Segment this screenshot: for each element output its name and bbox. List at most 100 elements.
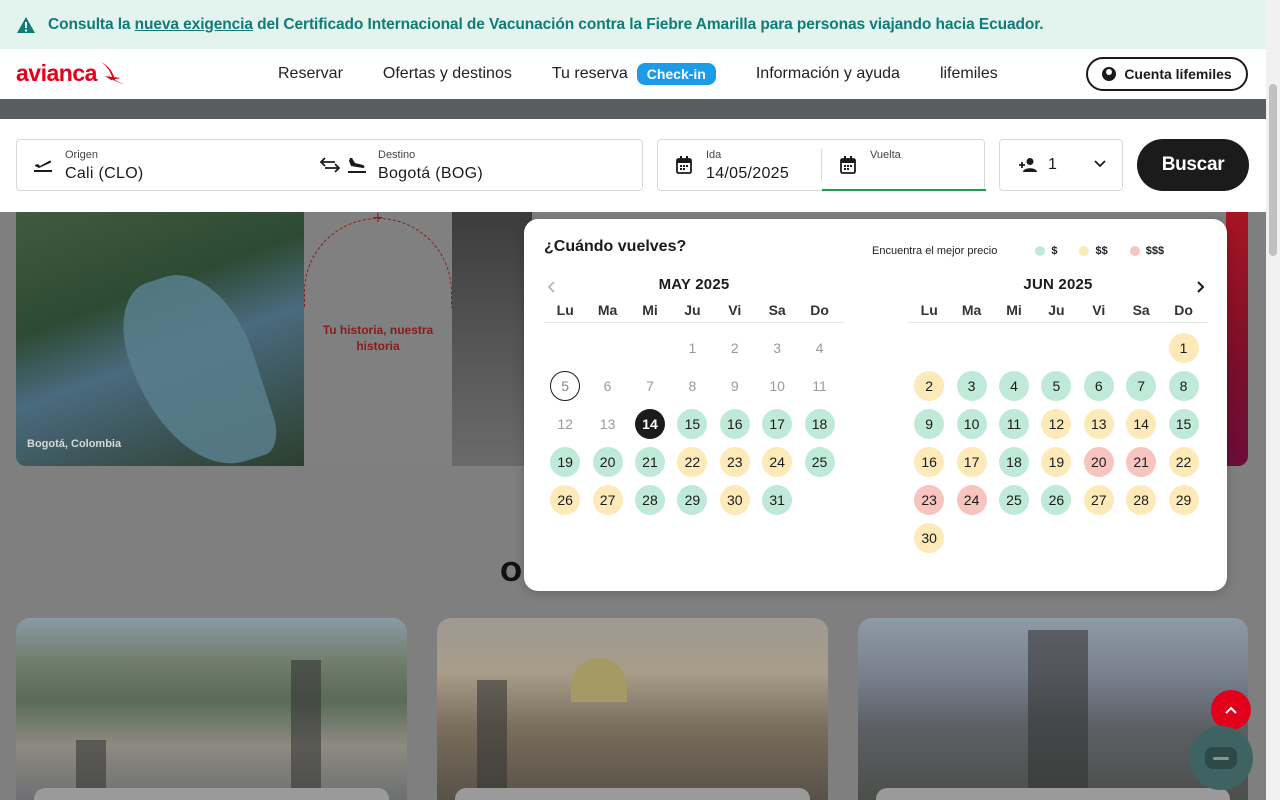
calendar-day[interactable]: 11 [993, 405, 1035, 443]
price-legend: Encuentra el mejor precio $ $$ $$$ [872, 245, 1186, 257]
nav-reservar[interactable]: Reservar [278, 65, 343, 83]
calendar-day[interactable]: 22 [671, 443, 713, 481]
calendar-day-number: 27 [1083, 485, 1114, 515]
search-button[interactable]: Buscar [1137, 139, 1249, 191]
origin-destination-field: Origen Cali (CLO) Destino Bogotá (BOG) [16, 139, 643, 191]
origin-input[interactable]: Origen Cali (CLO) [17, 140, 317, 190]
scroll-to-top-button[interactable] [1211, 690, 1251, 730]
calendar-day-number: 15 [677, 409, 708, 439]
weekday-label: Do [810, 302, 829, 318]
calendar-day[interactable]: 10 [950, 405, 992, 443]
calendar-day-number: 18 [804, 409, 835, 439]
calendar-day[interactable]: 18 [798, 405, 840, 443]
calendar-day-number: 22 [677, 447, 708, 477]
calendar-day[interactable]: 9 [908, 405, 950, 443]
swap-icon[interactable] [320, 157, 340, 173]
calendar-day[interactable]: 21 [629, 443, 671, 481]
calendar-day-number: 9 [914, 409, 945, 439]
calendar-question: ¿Cuándo vuelves? [544, 238, 687, 255]
calendar-day[interactable]: 16 [714, 405, 756, 443]
calendar-day[interactable]: 29 [671, 481, 713, 519]
calendar-day[interactable]: 27 [1078, 481, 1120, 519]
calendar-day[interactable]: 8 [1162, 367, 1204, 405]
calendar-day[interactable]: 17 [756, 405, 798, 443]
calendar-day[interactable]: 26 [1035, 481, 1077, 519]
calendar-day[interactable]: 18 [993, 443, 1035, 481]
nav-lifemiles[interactable]: lifemiles [940, 65, 998, 83]
calendar-day[interactable]: 31 [756, 481, 798, 519]
calendar-icon [840, 156, 856, 174]
calendar-day[interactable]: 26 [544, 481, 586, 519]
calendar-day[interactable]: 30 [908, 519, 950, 557]
calendar-day: 5 [544, 367, 586, 405]
calendar-day[interactable]: 20 [586, 443, 628, 481]
calendar-day-number: 12 [557, 416, 573, 432]
destination-input[interactable]: Destino Bogotá (BOG) [345, 140, 643, 190]
calendar-day[interactable]: 14 [629, 405, 671, 443]
calendar-day[interactable]: 3 [950, 367, 992, 405]
vuelta-date-input[interactable]: Vuelta [822, 140, 986, 190]
calendar-day[interactable]: 20 [1078, 443, 1120, 481]
calendar-day[interactable]: 24 [756, 443, 798, 481]
calendar-day-number: 14 [1126, 409, 1157, 439]
chat-button[interactable] [1189, 726, 1253, 790]
calendar-day[interactable]: 13 [1078, 405, 1120, 443]
calendar-day[interactable]: 16 [908, 443, 950, 481]
calendar-day[interactable]: 21 [1120, 443, 1162, 481]
calendar-day[interactable]: 25 [798, 443, 840, 481]
calendar-day[interactable]: 29 [1162, 481, 1204, 519]
weekday-label: Do [1174, 302, 1193, 318]
calendar-day[interactable]: 24 [950, 481, 992, 519]
calendar-day[interactable]: 25 [993, 481, 1035, 519]
calendar-day[interactable]: 6 [1078, 367, 1120, 405]
calendar-day-number: 3 [773, 340, 782, 356]
ida-date-input[interactable]: Ida 14/05/2025 [658, 140, 820, 190]
calendar-day[interactable]: 1 [1162, 329, 1204, 367]
nav-info[interactable]: Información y ayuda [756, 65, 900, 83]
calendar-day[interactable]: 23 [714, 443, 756, 481]
checkin-badge[interactable]: Check-in [636, 63, 716, 85]
calendar-day-number: 19 [1041, 447, 1072, 477]
destination-value: Bogotá (BOG) [378, 165, 483, 182]
card-label-pill [876, 788, 1230, 800]
calendar-day[interactable]: 28 [629, 481, 671, 519]
calendar-day[interactable]: 28 [1120, 481, 1162, 519]
calendar-day-number: 30 [914, 523, 945, 553]
calendar-day[interactable]: 23 [908, 481, 950, 519]
scrollbar-thumb[interactable] [1269, 84, 1277, 256]
calendar-day[interactable]: 17 [950, 443, 992, 481]
calendar-day-number: 15 [1168, 409, 1199, 439]
calendar-day: 11 [798, 367, 840, 405]
nav-ofertas[interactable]: Ofertas y destinos [383, 65, 512, 83]
page-scrollbar[interactable] [1266, 0, 1280, 800]
calendar-day[interactable]: 5 [1035, 367, 1077, 405]
calendar-month-may: MAY 2025 Lu Ma Mi Ju Vi Sa Do 1 2 3 4 5 6 7 8 9 10 11 12 1… [544, 276, 844, 519]
calendar-day[interactable]: 2 [908, 367, 950, 405]
destination-card[interactable] [437, 618, 828, 800]
calendar-day-number: 3 [956, 371, 987, 401]
calendar-day[interactable]: 4 [993, 367, 1035, 405]
calendar-day[interactable]: 12 [1035, 405, 1077, 443]
nav-tu-reserva[interactable]: Tu reserva [552, 65, 628, 83]
weekday-label: Lu [556, 302, 574, 318]
account-button[interactable]: Cuenta lifemiles [1086, 57, 1248, 91]
destination-card[interactable] [858, 618, 1248, 800]
legend-item-mid: $$ [1079, 245, 1108, 257]
calendar-day-number: 5 [1041, 371, 1072, 401]
calendar-day[interactable]: 19 [544, 443, 586, 481]
avianca-logo[interactable]: avianca [16, 58, 127, 88]
calendar-day[interactable]: 19 [1035, 443, 1077, 481]
calendar-day[interactable]: 15 [671, 405, 713, 443]
calendar-day[interactable]: 27 [586, 481, 628, 519]
calendar-day[interactable]: 14 [1120, 405, 1162, 443]
calendar-day[interactable]: 22 [1162, 443, 1204, 481]
calendar-day[interactable]: 7 [1120, 367, 1162, 405]
banner-link[interactable]: nueva exigencia [135, 16, 253, 33]
calendar-day[interactable]: 15 [1162, 405, 1204, 443]
destination-card[interactable] [16, 618, 407, 800]
weekday-label: Ju [1048, 302, 1065, 318]
calendar-day-number: 10 [956, 409, 987, 439]
calendar-day: 2 [714, 329, 756, 367]
calendar-day[interactable]: 30 [714, 481, 756, 519]
passengers-selector[interactable]: 1 [999, 139, 1123, 191]
